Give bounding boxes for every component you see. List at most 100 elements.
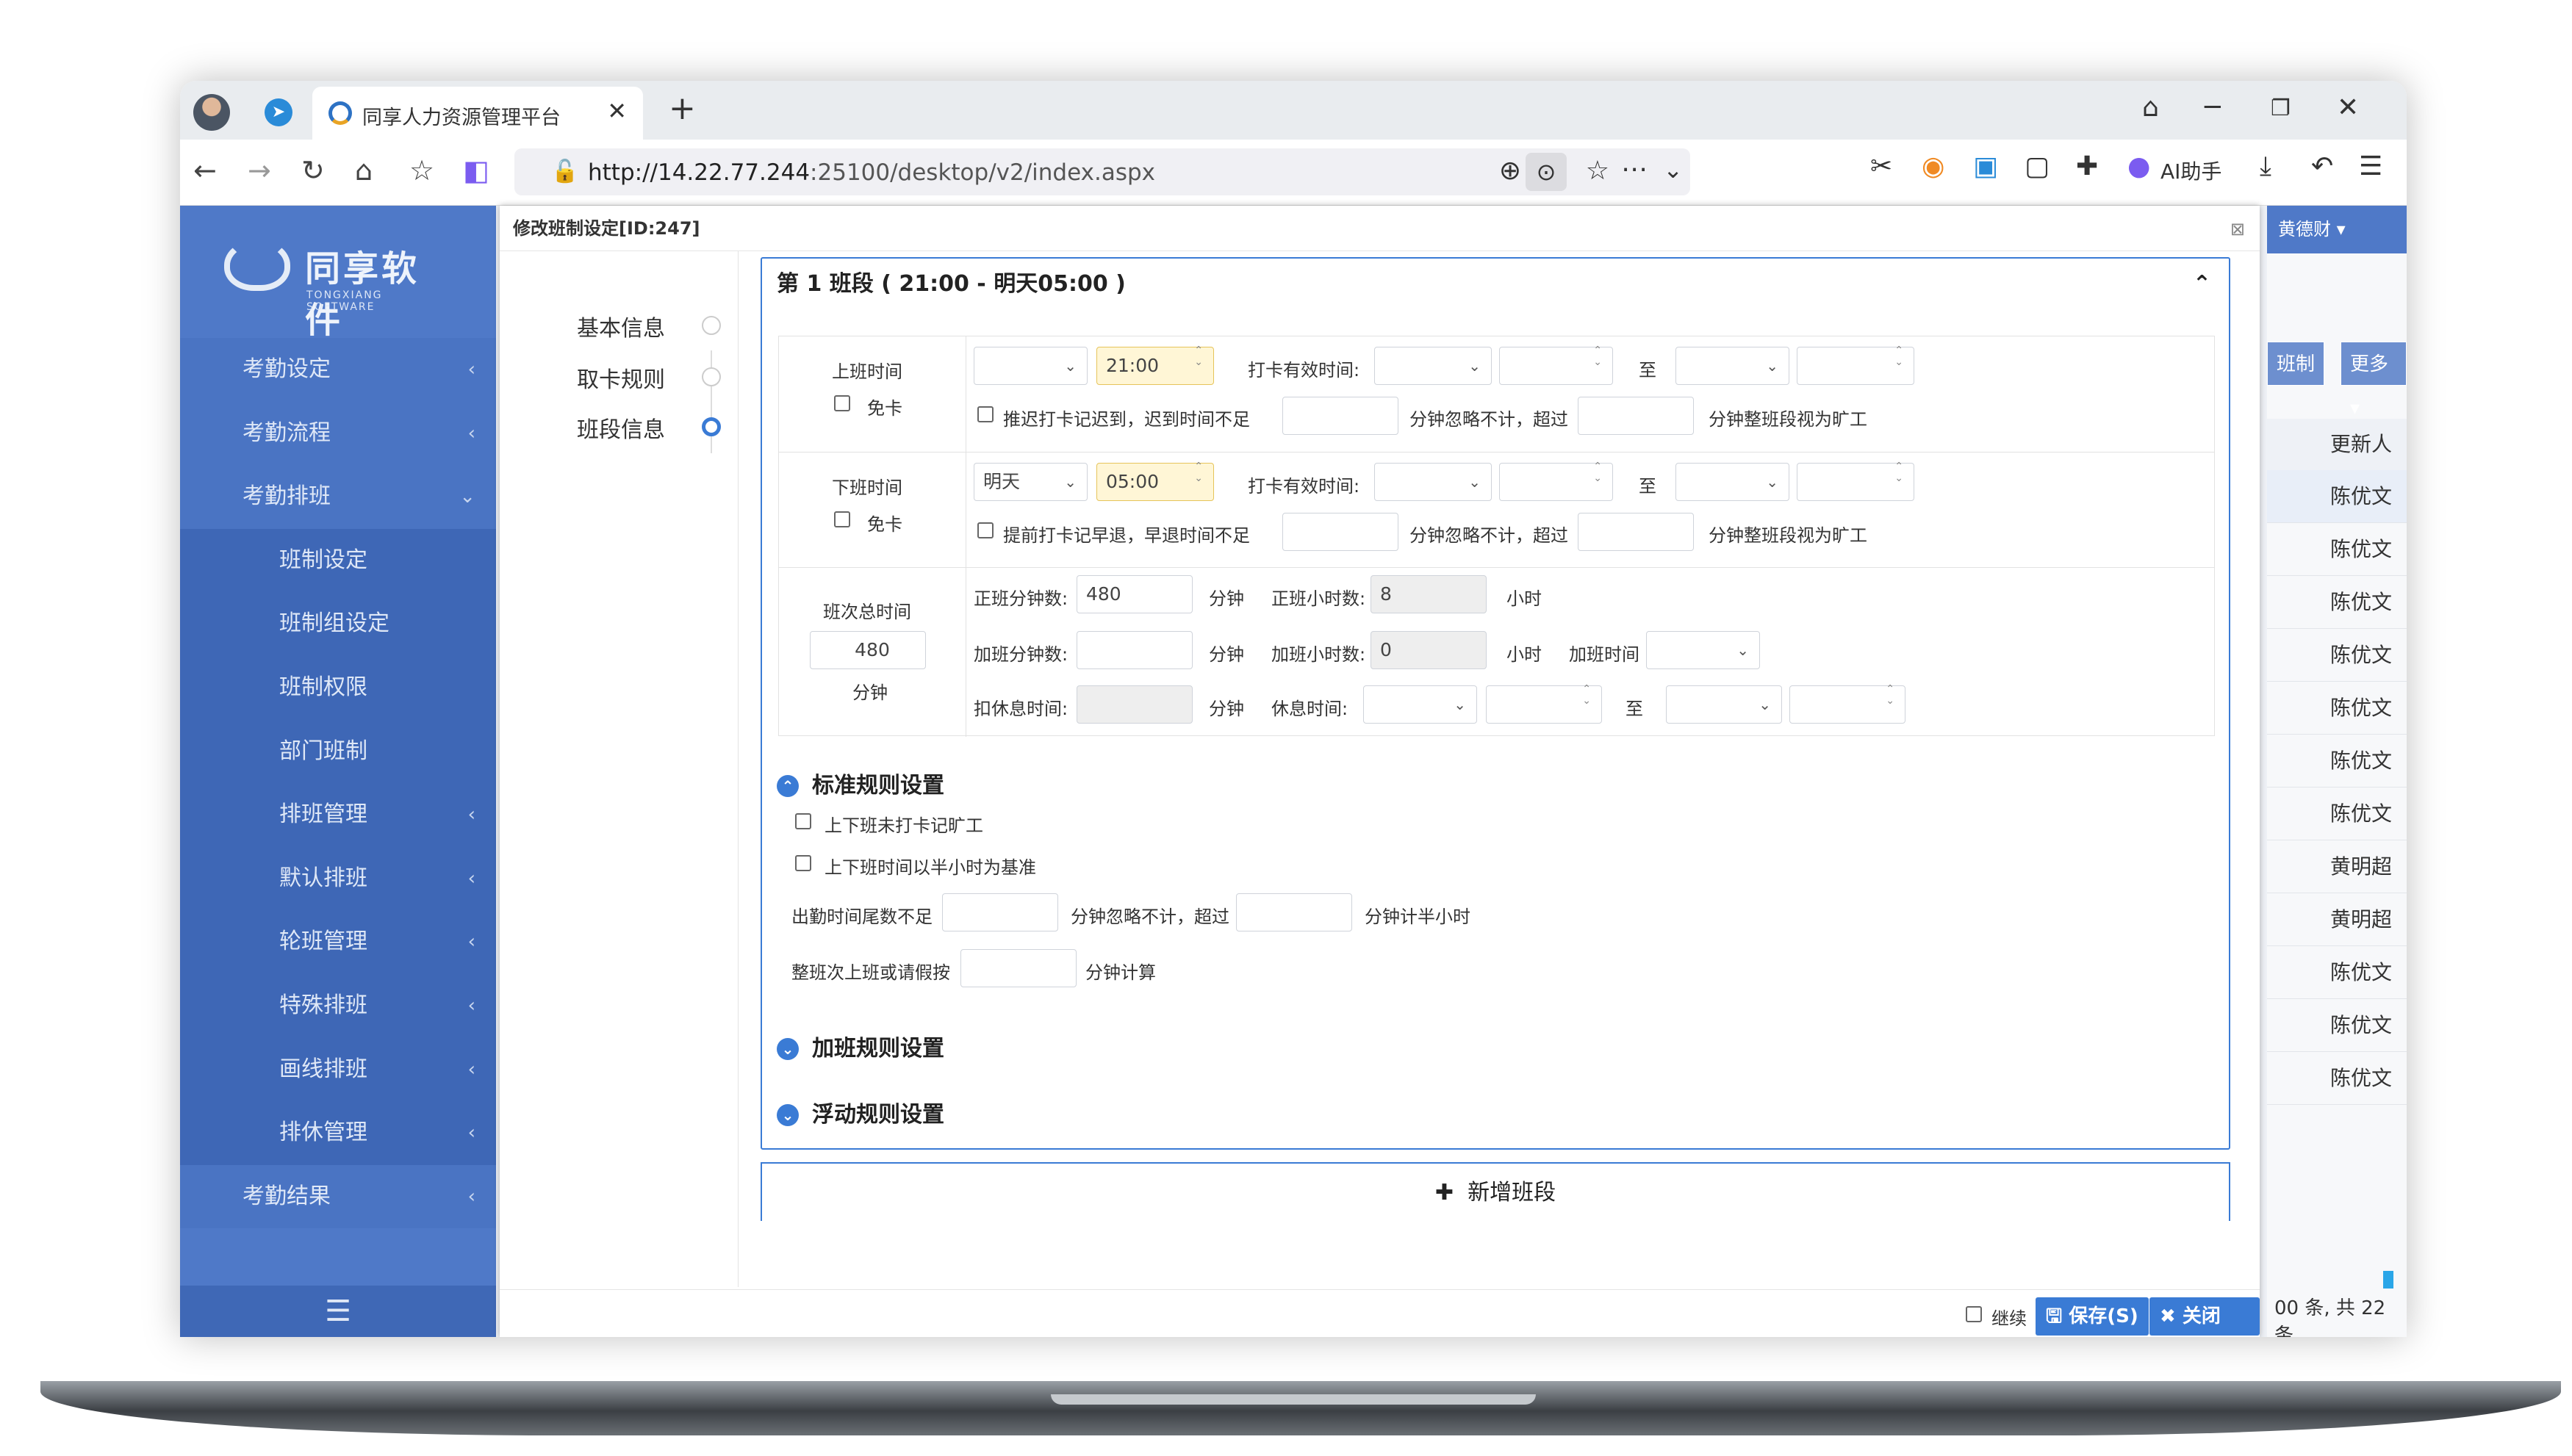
- profile-avatar[interactable]: [193, 94, 230, 131]
- step-segment-info[interactable]: 班段信息: [577, 411, 665, 444]
- table-row[interactable]: 陈优文: [2267, 735, 2407, 788]
- late-absent-input[interactable]: [1578, 397, 1694, 435]
- ot-hr-input[interactable]: 0: [1371, 631, 1487, 669]
- off-duty-day-select[interactable]: 明天 ⌄: [974, 463, 1088, 501]
- table-row[interactable]: 陈优文: [2267, 682, 2407, 735]
- standard-rules-header[interactable]: ⌃ 标准规则设置: [777, 767, 944, 799]
- table-row[interactable]: 黄明超: [2267, 893, 2407, 946]
- late-minutes-input[interactable]: [1282, 397, 1398, 435]
- favorites-icon[interactable]: ☆: [409, 154, 434, 187]
- column-header-updater[interactable]: 更新人: [2267, 419, 2407, 470]
- total-time-input[interactable]: 480: [810, 631, 926, 669]
- page-scrollbar[interactable]: [2383, 1271, 2393, 1289]
- restore-icon[interactable]: ❐: [2271, 95, 2291, 121]
- close-window-icon[interactable]: ✕: [2337, 93, 2359, 123]
- early-absent-input[interactable]: [1578, 513, 1694, 551]
- off-duty-exempt-checkbox[interactable]: [834, 511, 850, 527]
- rest-time-to-input[interactable]: ⌃ ⌄: [1789, 683, 1905, 724]
- off-duty-valid-day-from[interactable]: ⌄: [1374, 463, 1492, 501]
- shift-button[interactable]: 班制: [2267, 342, 2325, 386]
- close-button[interactable]: ✖ 关闭(Q): [2149, 1297, 2260, 1336]
- pin-icon[interactable]: ⊙: [1526, 153, 1567, 191]
- menu-icon[interactable]: ☰: [2359, 151, 2382, 181]
- regular-hr-input[interactable]: 8: [1371, 575, 1487, 613]
- browser-tab[interactable]: 同享人力资源管理平台 ✕: [312, 87, 643, 140]
- bookmark-star-icon[interactable]: ☆: [1586, 156, 1609, 186]
- on-duty-time-input[interactable]: 21:00 ⌃ ⌄: [1096, 345, 1214, 385]
- reader-icon[interactable]: ▢: [2025, 151, 2050, 181]
- off-duty-valid-time-from[interactable]: ⌃ ⌄: [1499, 461, 1613, 501]
- leave-minutes-input[interactable]: [960, 949, 1077, 987]
- new-tab-icon[interactable]: +: [669, 90, 696, 127]
- half-hour-base-checkbox[interactable]: [795, 855, 811, 871]
- early-checkbox[interactable]: [977, 522, 994, 538]
- rest-day-from-select[interactable]: ⌄: [1363, 685, 1477, 724]
- table-row[interactable]: 陈优文: [2267, 523, 2407, 576]
- float-rules-header[interactable]: ⌄ 浮动规则设置: [777, 1096, 944, 1128]
- collapse-sidebar-icon[interactable]: ☰: [180, 1286, 496, 1337]
- late-checkbox[interactable]: [977, 406, 994, 422]
- pin-window-icon[interactable]: ⌂: [2142, 93, 2159, 123]
- table-row[interactable]: 陈优文: [2267, 470, 2407, 523]
- game-icon[interactable]: ◉: [1922, 151, 1944, 181]
- step-card-rules[interactable]: 取卡规则: [577, 361, 665, 394]
- no-punch-absent-checkbox[interactable]: [795, 813, 811, 829]
- deduct-rest-input[interactable]: [1077, 685, 1193, 724]
- off-duty-valid-day-to[interactable]: ⌄: [1675, 463, 1789, 501]
- on-duty-day-select[interactable]: ⌄: [974, 347, 1088, 385]
- on-duty-valid-day-to[interactable]: ⌄: [1675, 347, 1789, 385]
- early-minutes-input[interactable]: [1282, 513, 1398, 551]
- sidebar-item[interactable]: 画线排班 ‹: [180, 1037, 496, 1102]
- rest-day-to-select[interactable]: ⌄: [1666, 685, 1782, 724]
- insecure-lock-icon[interactable]: 🔓: [551, 159, 578, 184]
- sidebar-item[interactable]: 班制组设定: [180, 592, 496, 656]
- table-row[interactable]: 陈优文: [2267, 629, 2407, 682]
- segment-header[interactable]: 第 1 班段 ( 21:00 - 明天05:00 ) ⌃: [762, 259, 2229, 332]
- sidebar-item[interactable]: 默认排班 ‹: [180, 846, 496, 911]
- continue-checkbox[interactable]: [1966, 1306, 1982, 1322]
- save-button[interactable]: 🖫 保存(S): [2036, 1297, 2149, 1336]
- table-row[interactable]: 黄明超: [2267, 840, 2407, 893]
- ai-extension-icon[interactable]: ◧: [463, 154, 489, 187]
- more-icon[interactable]: ⋯: [1621, 154, 1648, 184]
- undo-icon[interactable]: ↶: [2311, 151, 2333, 181]
- table-row[interactable]: 陈优文: [2267, 946, 2407, 999]
- sidebar-item[interactable]: 排休管理 ‹: [180, 1101, 496, 1165]
- reload-icon[interactable]: ↻: [301, 154, 325, 187]
- translate-icon[interactable]: ▣: [1973, 151, 1998, 181]
- sidebar-item[interactable]: 部门班制: [180, 719, 496, 784]
- table-row[interactable]: 陈优文: [2267, 576, 2407, 629]
- sidebar-item[interactable]: 考勤排班 ⌄: [180, 465, 496, 529]
- sidebar-item[interactable]: 特殊排班 ‹: [180, 973, 496, 1038]
- dialog-close-icon[interactable]: ⊠: [2230, 219, 2245, 239]
- table-row[interactable]: 陈优文: [2267, 999, 2407, 1052]
- minimize-icon[interactable]: ─: [2205, 93, 2221, 123]
- collapse-up-icon[interactable]: ⌃: [2193, 259, 2211, 310]
- zoom-icon[interactable]: ⊕: [1499, 156, 1521, 186]
- ot-time-select[interactable]: ⌄: [1646, 631, 1760, 669]
- sidebar-item[interactable]: 班制权限: [180, 655, 496, 720]
- sidebar-item[interactable]: 考勤结果 ‹: [180, 1164, 496, 1229]
- rest-time-from-input[interactable]: ⌃ ⌄: [1486, 683, 1602, 724]
- tail-half-input[interactable]: [1236, 893, 1352, 931]
- table-row[interactable]: 陈优文: [2267, 1052, 2407, 1105]
- tail-ignore-input[interactable]: [942, 893, 1058, 931]
- sidebar-item[interactable]: 班制设定: [180, 528, 496, 593]
- forward-icon[interactable]: →: [248, 154, 271, 187]
- address-bar[interactable]: 🔓 http://14.22.77.244:25100/desktop/v2/i…: [514, 148, 1690, 195]
- ai-assistant-icon[interactable]: ●: [2127, 151, 2150, 181]
- download-icon[interactable]: ⤓: [2260, 151, 2271, 182]
- sidebar-item[interactable]: 排班管理 ‹: [180, 783, 496, 847]
- more-button[interactable]: 更多▾: [2341, 342, 2407, 419]
- extensions-icon[interactable]: ✚: [2076, 151, 2098, 181]
- back-icon[interactable]: ←: [193, 154, 217, 187]
- on-duty-valid-day-from[interactable]: ⌄: [1374, 347, 1492, 385]
- home-icon[interactable]: ⌂: [355, 154, 373, 187]
- overtime-rules-header[interactable]: ⌄ 加班规则设置: [777, 1030, 944, 1062]
- on-duty-valid-time-from[interactable]: ⌃ ⌄: [1499, 345, 1613, 385]
- user-menu[interactable]: 黄德财 ▾: [2267, 206, 2407, 253]
- off-duty-time-input[interactable]: 05:00 ⌃ ⌄: [1096, 461, 1214, 501]
- sidebar-item[interactable]: 轮班管理 ‹: [180, 910, 496, 974]
- table-row[interactable]: 陈优文: [2267, 788, 2407, 840]
- scissors-icon[interactable]: ✂: [1870, 151, 1892, 181]
